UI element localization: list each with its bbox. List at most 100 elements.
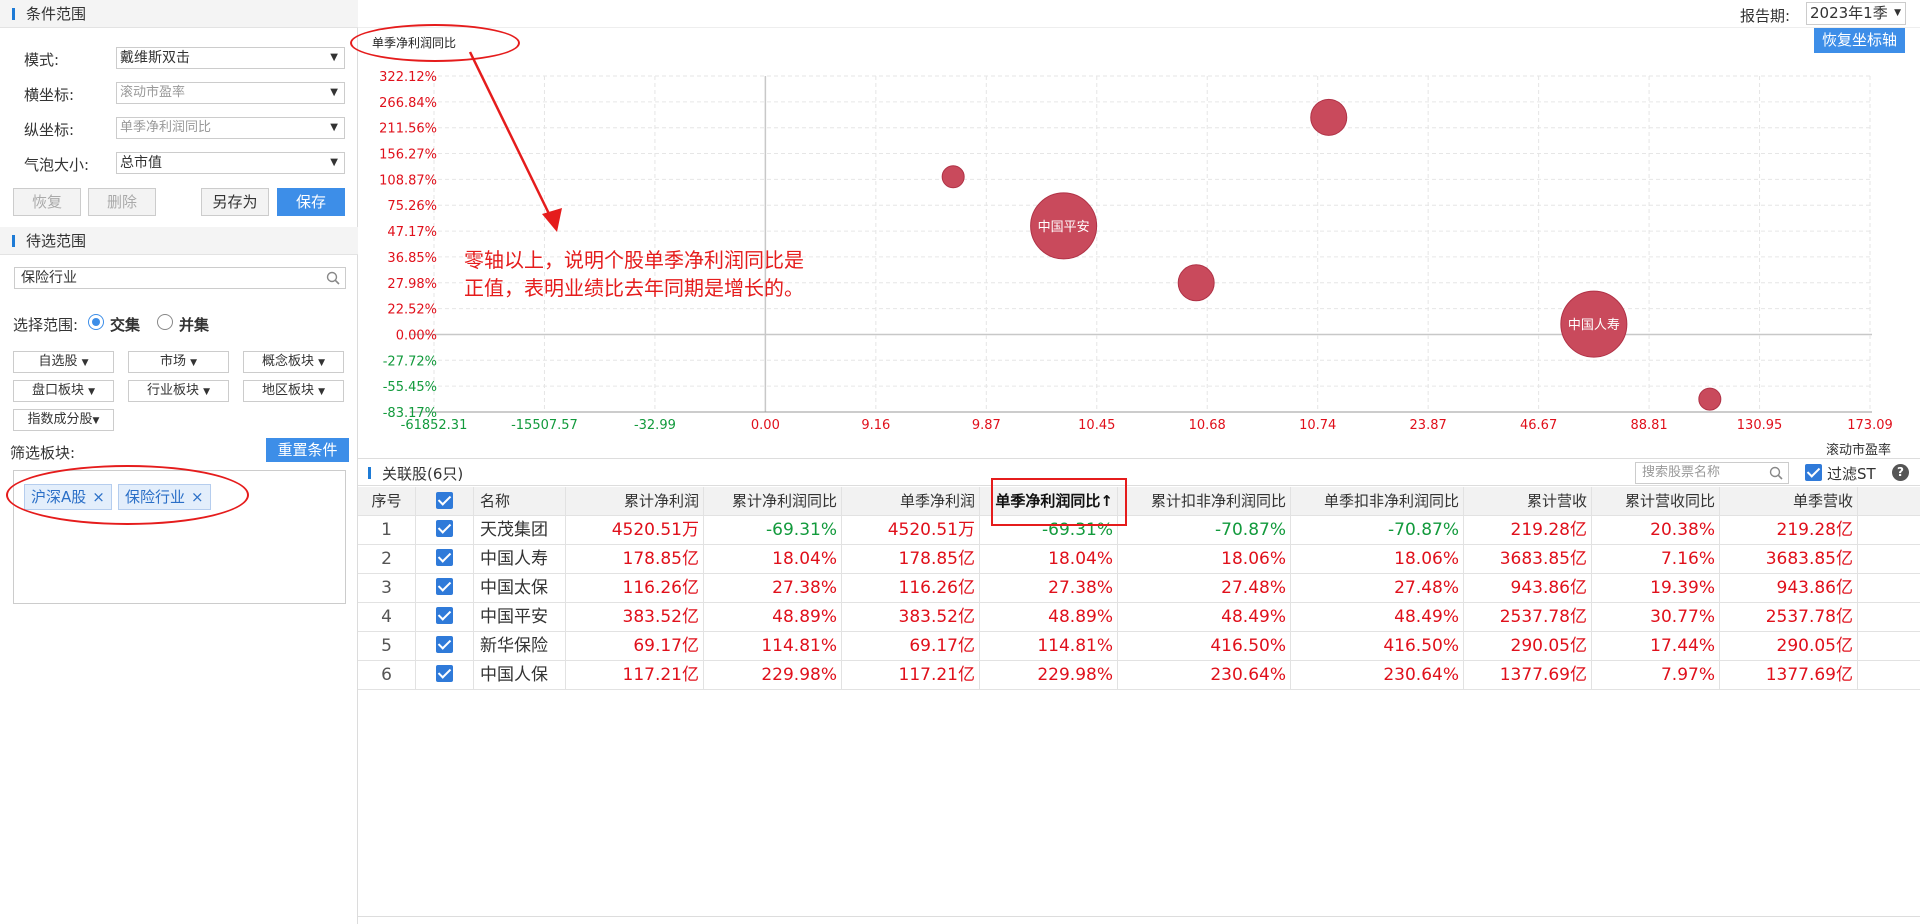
data-cell: 7.97% [1592,661,1720,690]
row-checkbox[interactable] [416,545,474,574]
column-header[interactable]: 累计净利润 [566,487,704,516]
x-tick-label: 10.74 [1299,418,1336,433]
dd-watchlist[interactable]: 自选股 ▼ [13,351,114,373]
chevron-down-icon: ▼ [203,387,211,397]
dd-board[interactable]: 盘口板块 ▼ [13,380,114,402]
save-as-button[interactable]: 另存为 [201,188,269,216]
table-row[interactable]: 3 中国太保 116.26亿 27.38% 116.26亿 27.38% 27.48% 27.… [358,574,1920,603]
y-axis-select[interactable]: 单季净利润同比 ▼ [116,117,345,139]
table-row[interactable]: 4 中国平安 383.52亿 48.89% 383.52亿 48.89% 48.49% 48.… [358,603,1920,632]
y-tick-label: 266.84% [379,96,437,111]
scope-intersect-radio[interactable] [88,314,104,330]
data-cell: 69.17亿 [566,632,704,661]
row-checkbox[interactable] [416,603,474,632]
search-icon[interactable] [1769,466,1783,480]
stock-name[interactable]: 中国平安 [474,603,566,632]
column-header[interactable]: 名称 [474,487,566,516]
data-cell: -70.87% [1118,516,1291,545]
stock-search-input[interactable]: 搜索股票名称 [1635,462,1789,484]
bubble[interactable] [1310,98,1348,136]
table-row[interactable]: 6 中国人保 117.21亿 229.98% 117.21亿 229.98% 230.64%… [358,661,1920,690]
chevron-down-icon: ▼ [92,416,100,426]
row-checkbox[interactable] [416,574,474,603]
table-toolbar: 关联股(6只) 搜索股票名称 过滤ST ? [358,458,1920,486]
candidate-section-header: 待选范围 [0,227,358,255]
x-tick-label: 23.87 [1410,418,1447,433]
stock-name[interactable]: 中国人保 [474,661,566,690]
filter-st-checkbox[interactable] [1805,463,1822,482]
dd-market[interactable]: 市场 ▼ [128,351,229,373]
period-label: 报告期: [1740,7,1791,25]
x-axis-select[interactable]: 滚动市盈率 ▼ [116,82,345,104]
data-cell: 416.50% [1291,632,1464,661]
save-button[interactable]: 保存 [277,188,345,216]
data-cell: 290.05亿 [1720,632,1858,661]
top-bar [358,0,1920,28]
column-header[interactable]: 序号 [358,487,416,516]
y-tick-label: 0.00% [396,328,437,343]
y-axis-label: 纵坐标: [24,121,75,139]
data-cell: 117.21亿 [566,661,704,690]
table-row[interactable]: 1 天茂集团 4520.51万 -69.31% 4520.51万 -69.31% -70.8… [358,516,1920,545]
data-cell: 18.06% [1118,545,1291,574]
dd-region[interactable]: 地区板块 ▼ [243,380,344,402]
data-cell: 3683.85亿 [1464,545,1592,574]
data-cell: 117.21亿 [842,661,980,690]
dd-index[interactable]: 指数成分股▼ [13,409,114,431]
x-tick-label: 130.95 [1737,418,1783,433]
bubbles[interactable]: 中国平安中国人寿 [941,98,1722,411]
row-checkbox[interactable] [416,516,474,545]
bubble[interactable] [1698,387,1722,411]
scope-union-radio[interactable] [157,314,173,330]
bubble-size-select[interactable]: 总市值 ▼ [116,152,345,174]
data-cell: 229.98% [704,661,842,690]
data-cell: 17.44% [1592,632,1720,661]
x-tick-label: 46.67 [1520,418,1557,433]
x-tick-label: 0.00 [751,418,780,433]
mode-select[interactable]: 戴维斯双击 ▼ [116,47,345,69]
dd-concept[interactable]: 概念板块 ▼ [243,351,344,373]
row-checkbox[interactable] [416,661,474,690]
section-marker [368,467,371,479]
reset-axis-button[interactable]: 恢复坐标轴 [1814,28,1905,53]
reset-conditions-button[interactable]: 重置条件 [266,438,349,462]
table-row[interactable]: 5 新华保险 69.17亿 114.81% 69.17亿 114.81% 416.50% 41… [358,632,1920,661]
column-header[interactable]: 单季营收 [1720,487,1858,516]
column-header[interactable]: 累计营收 [1464,487,1592,516]
bubble-label: 中国人寿 [1568,318,1620,333]
dd-industry[interactable]: 行业板块 ▼ [128,380,229,402]
restore-button[interactable]: 恢复 [13,188,81,216]
industry-search-input[interactable]: 保险行业 [14,267,346,289]
stock-name[interactable]: 天茂集团 [474,516,566,545]
column-header[interactable]: 单季扣非净利润同比 [1291,487,1464,516]
column-header[interactable]: 累计净利润同比 [704,487,842,516]
data-cell: 229.98% [980,661,1118,690]
column-header[interactable]: 累计营收同比 [1592,487,1720,516]
x-tick-label: 10.45 [1078,418,1115,433]
stock-name[interactable]: 新华保险 [474,632,566,661]
dd-label: 盘口板块 [31,383,84,398]
select-all-checkbox[interactable] [416,487,474,516]
y-tick-label: 27.98% [387,277,437,292]
stock-name[interactable]: 中国太保 [474,574,566,603]
help-icon[interactable]: ? [1892,464,1909,481]
search-icon[interactable] [326,271,340,285]
data-cell: 48.89% [980,603,1118,632]
row-checkbox[interactable] [416,632,474,661]
delete-button[interactable]: 删除 [88,188,156,216]
x-axis-label: 横坐标: [24,86,75,104]
table-row[interactable]: 2 中国人寿 178.85亿 18.04% 178.85亿 18.04% 18.06% 18.… [358,545,1920,574]
bubble[interactable] [1177,264,1215,302]
data-cell: 116.26亿 [842,574,980,603]
chevron-down-icon: ▼ [318,358,326,368]
data-cell: 48.49% [1291,603,1464,632]
table-title: 关联股(6只) [382,465,464,483]
row-index: 4 [358,603,416,632]
period-select[interactable]: 2023年1季 ▼ [1806,2,1906,25]
column-header[interactable]: 单季净利润 [842,487,980,516]
column-header[interactable]: 累计扣非净利润同比 [1118,487,1291,516]
stock-name[interactable]: 中国人寿 [474,545,566,574]
y-tick-label: 322.12% [379,70,437,85]
chevron-down-icon: ▼ [88,387,96,397]
bubble[interactable] [941,165,965,189]
